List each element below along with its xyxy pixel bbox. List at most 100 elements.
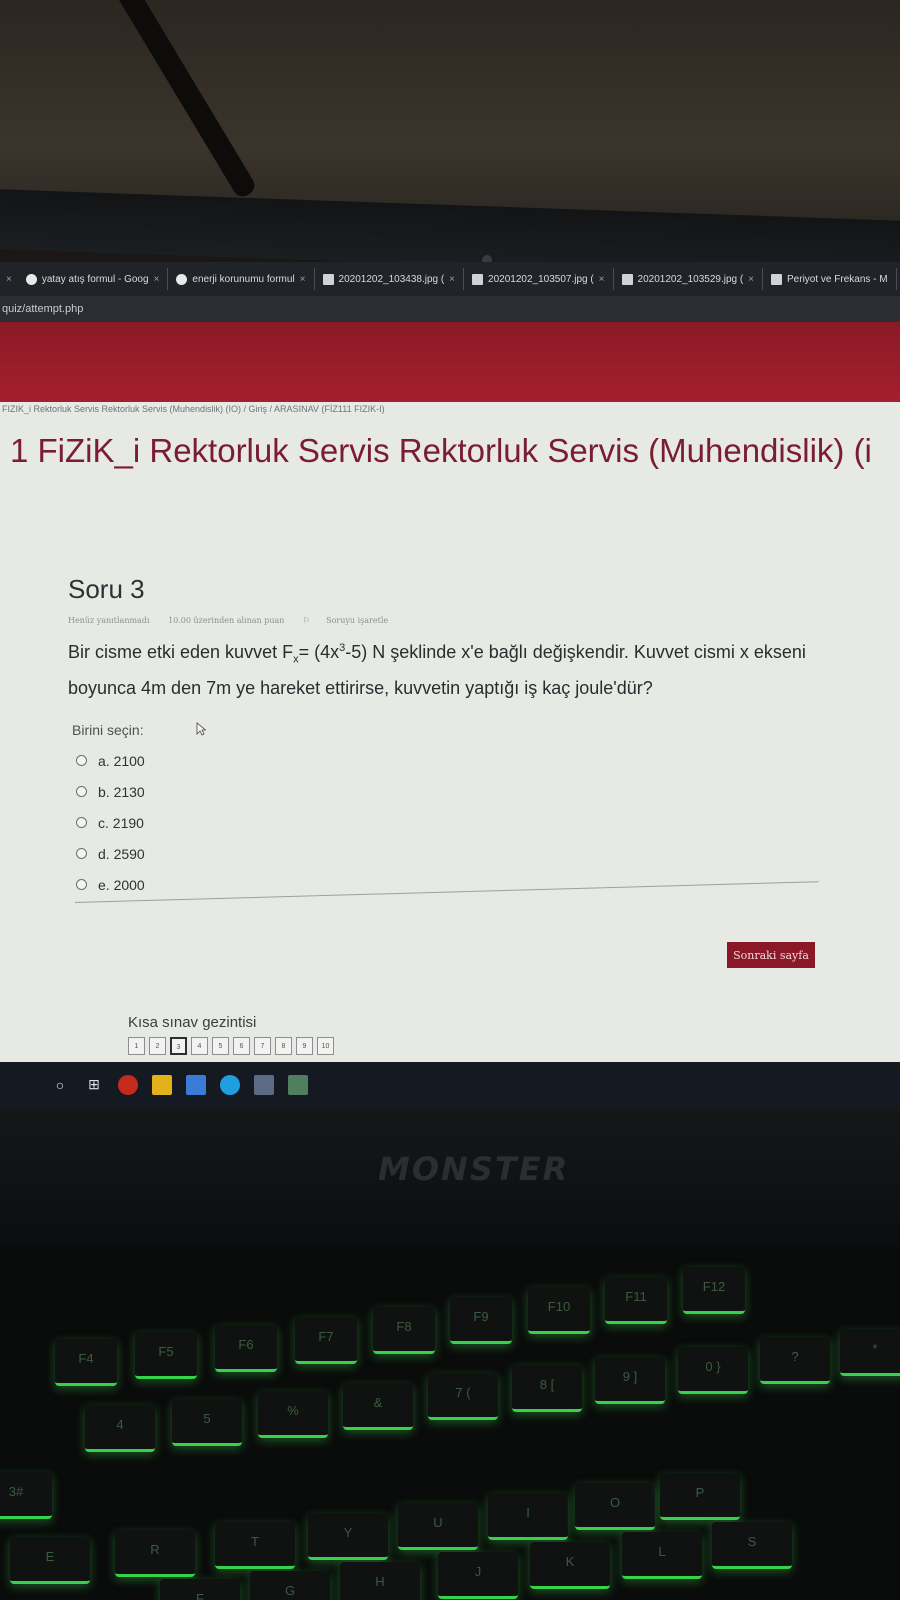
keyboard-key: %	[258, 1391, 328, 1438]
browser-tab-bar: × yatay atış formul - Goog × enerji koru…	[0, 262, 900, 296]
radio-button[interactable]	[76, 848, 87, 859]
keyboard-key: Y	[308, 1513, 388, 1560]
breadcrumb[interactable]: FIZIK_i Rektorluk Servis Rektorluk Servi…	[2, 404, 385, 414]
edge-icon[interactable]	[220, 1074, 240, 1095]
keyboard-key: 4	[85, 1405, 155, 1452]
answer-options: a. 2100 b. 2130 c. 2190 d. 2590 e. 2000	[76, 745, 145, 900]
file-icon	[322, 273, 334, 285]
keyboard-key: F6	[215, 1325, 277, 1372]
laptop-screen: × yatay atış formul - Goog × enerji koru…	[0, 262, 900, 1107]
quiz-nav-button[interactable]: 4	[191, 1037, 208, 1055]
quiz-nav-button-current[interactable]: 3	[170, 1037, 187, 1055]
keyboard-key: F	[160, 1579, 240, 1600]
browser-tab[interactable]: 20201202_103438.jpg ( ×	[315, 268, 465, 290]
radio-button[interactable]	[76, 755, 87, 766]
keyboard-key: R	[115, 1530, 195, 1577]
quiz-nav-button[interactable]: 9	[296, 1037, 313, 1055]
answer-option[interactable]: e. 2000	[76, 869, 145, 900]
keyboard-key: G	[250, 1571, 330, 1600]
keyboard-key: F12	[683, 1267, 745, 1314]
quiz-navigation: 1 2 3 4 5 6 7 8 9 10	[128, 1037, 334, 1055]
quiz-nav-button[interactable]: 6	[233, 1037, 250, 1055]
quiz-nav-button[interactable]: 1	[128, 1037, 145, 1055]
quiz-nav-button[interactable]: 10	[317, 1037, 334, 1055]
browser-tab[interactable]: enerji korunumu formul ×	[168, 268, 315, 290]
question-info: Henüz yanıtlanmadı 10.00 üzerinden alına…	[68, 616, 420, 625]
page-title: 1 FiZiK_i Rektorluk Servis Rektorluk Ser…	[10, 432, 872, 469]
question-heading: Soru 3	[68, 574, 145, 604]
flag-icon: ⚐	[302, 616, 311, 625]
question-text: Bir cisme etki eden kuvvet Fx= (4x3-5) N…	[68, 642, 806, 698]
keyboard-key: F4	[55, 1339, 117, 1386]
calculator-icon[interactable]	[288, 1074, 308, 1095]
close-icon[interactable]: ×	[599, 274, 605, 285]
divider	[74, 881, 819, 903]
radio-button[interactable]	[76, 879, 87, 890]
app-icon[interactable]	[118, 1074, 138, 1095]
browser-tab[interactable]: 20201202_103507.jpg ( ×	[464, 268, 614, 290]
answer-option[interactable]: b. 2130	[76, 776, 145, 807]
keyboard-key: 8 [	[512, 1365, 582, 1412]
answer-option[interactable]: d. 2590	[76, 838, 145, 869]
answer-option[interactable]: a. 2100	[76, 745, 145, 776]
quiz-nav-button[interactable]: 5	[212, 1037, 229, 1055]
app-icon[interactable]	[254, 1074, 274, 1095]
close-icon[interactable]: ×	[449, 274, 455, 285]
laptop-brand-logo: MONSTER	[378, 1150, 570, 1188]
keyboard-key: O	[575, 1483, 655, 1530]
keyboard-key: 3#	[0, 1472, 52, 1519]
keyboard-key: K	[530, 1542, 610, 1589]
keyboard-key: H	[340, 1562, 420, 1600]
keyboard-key: T	[215, 1522, 295, 1569]
keyboard-key: S	[712, 1522, 792, 1569]
file-icon	[472, 273, 484, 285]
tab-label: 20201202_103529.jpg (	[637, 273, 744, 285]
file-explorer-icon[interactable]	[152, 1074, 172, 1095]
keyboard-key: F9	[450, 1297, 512, 1344]
question-status: Henüz yanıtlanmadı	[68, 616, 150, 625]
keyboard: F4 F5 F6 F7 F8 F9 F10 F11 F12 4 5 % & 7 …	[0, 1247, 900, 1600]
radio-button[interactable]	[76, 786, 87, 797]
task-view-icon[interactable]: ⊞	[84, 1075, 104, 1095]
close-icon[interactable]: ×	[748, 274, 754, 285]
next-page-button[interactable]: Sonraki sayfa	[727, 942, 815, 968]
google-icon	[176, 273, 188, 285]
choose-label: Birini seçin:	[72, 722, 144, 738]
keyboard-key: 9 ]	[595, 1357, 665, 1404]
file-icon	[771, 273, 783, 285]
windows-taskbar: ○ ⊞	[0, 1062, 900, 1107]
quiz-nav-button[interactable]: 2	[149, 1037, 166, 1055]
keyboard-key: F5	[135, 1332, 197, 1379]
browser-tab[interactable]: yatay atış formul - Goog ×	[18, 268, 169, 290]
keyboard-key: F11	[605, 1277, 667, 1324]
close-icon[interactable]: ×	[154, 274, 160, 285]
site-header	[0, 322, 900, 402]
start-search-icon[interactable]: ○	[50, 1075, 70, 1095]
browser-tab[interactable]: 20201202_103529.jpg ( ×	[614, 268, 764, 290]
quiz-nav-button[interactable]: 7	[254, 1037, 271, 1055]
flag-label: Soruyu işaretle	[326, 616, 389, 625]
keyboard-key: U	[398, 1503, 478, 1550]
keyboard-key: L	[622, 1532, 702, 1579]
keyboard-key: F8	[373, 1307, 435, 1354]
close-icon[interactable]: ×	[0, 274, 18, 285]
app-icon[interactable]	[186, 1074, 206, 1095]
quiz-navigation-title: Kısa sınav gezintisi	[128, 1014, 257, 1031]
keyboard-key: J	[438, 1552, 518, 1599]
radio-button[interactable]	[76, 817, 87, 828]
google-icon	[25, 273, 37, 285]
address-bar[interactable]: quiz/attempt.php	[0, 296, 900, 322]
file-icon	[621, 273, 633, 285]
close-icon[interactable]: ×	[300, 274, 306, 285]
tab-label: yatay atış formul - Goog	[41, 273, 149, 285]
mouse-cursor-icon	[196, 722, 206, 736]
keyboard-key: 7 (	[428, 1373, 498, 1420]
answer-option[interactable]: c. 2190	[76, 807, 145, 838]
keyboard-key: 5	[172, 1399, 242, 1446]
flag-question-link[interactable]: ⚐ Soruyu işaretle	[303, 616, 404, 625]
browser-tab[interactable]: Periyot ve Frekans - M	[763, 268, 897, 290]
tab-label: enerji korunumu formul	[192, 273, 295, 285]
tab-label: Periyot ve Frekans - M	[787, 273, 888, 285]
keyboard-key: P	[660, 1473, 740, 1520]
quiz-nav-button[interactable]: 8	[275, 1037, 292, 1055]
